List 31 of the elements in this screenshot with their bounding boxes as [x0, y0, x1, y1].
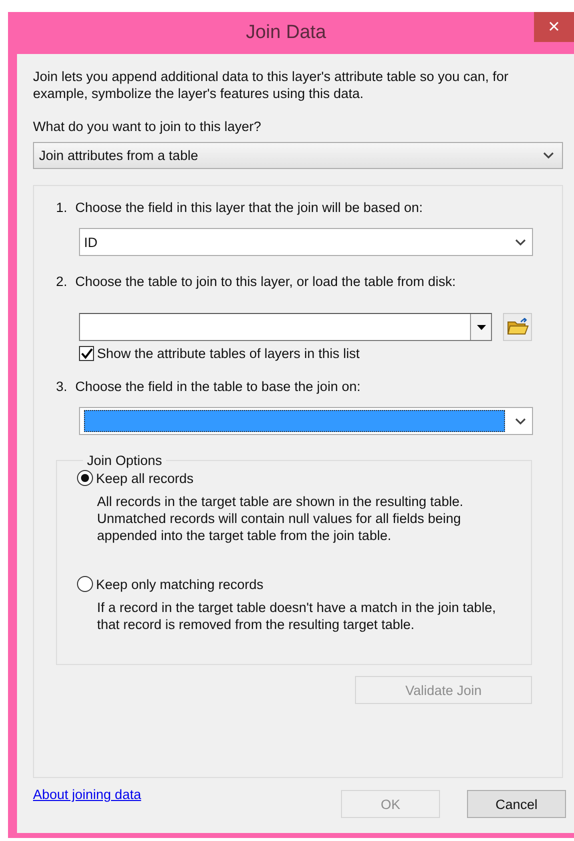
step-label: Choose the table to join to this layer, or load the table from disk: — [75, 274, 456, 289]
chevron-icon — [515, 238, 526, 246]
intro-text: Join lets you append additional data to this layer's attribute table so you can, for example, symbolize the layer's features using this data. — [33, 68, 510, 102]
field-dropdown[interactable] — [79, 407, 533, 435]
radio-button[interactable] — [77, 576, 93, 592]
option-description: If a record in the target table doesn't have a match in the join table, that record is removed from the resulting target table. — [97, 599, 497, 633]
step-number: 3. — [56, 379, 68, 394]
checkbox-label: Show the attribute tables of layers in this list — [97, 346, 360, 361]
help-link[interactable]: About joining data — [33, 787, 142, 802]
field-dropdown[interactable]: ID — [79, 228, 533, 256]
step-number: 1. — [56, 200, 68, 215]
open-folder-button[interactable] — [503, 313, 532, 341]
dropdown-arrow-icon — [476, 324, 486, 330]
step-label: Choose the field in this layer that the join will be based on: — [75, 200, 423, 215]
chevron-icon — [543, 152, 554, 159]
table-combo-box[interactable] — [79, 313, 492, 341]
checkbox[interactable] — [79, 346, 94, 361]
radio-label: Keep only matching records — [96, 576, 264, 592]
dialog-button[interactable]: Cancel — [467, 790, 566, 818]
group-title: Join Options — [86, 453, 164, 468]
folder-icon — [506, 318, 528, 336]
step-label: Choose the field in the table to base the join on: — [75, 379, 360, 394]
chevron-icon — [515, 418, 526, 424]
question-label: What do you want to join to this layer? — [33, 119, 262, 134]
radio-label: Keep all records — [96, 470, 194, 486]
option-description: All records in the target table are shown in the resulting table. Unmatched records will contain null values for all fields being appended into the target table from the join table. — [97, 493, 464, 544]
close-button[interactable]: × — [534, 12, 574, 42]
step-number: 2. — [56, 274, 68, 289]
radio-button[interactable] — [77, 470, 93, 486]
window-title: Join Data — [246, 22, 326, 44]
join-type-dropdown[interactable]: Join attributes from a table — [33, 142, 563, 169]
